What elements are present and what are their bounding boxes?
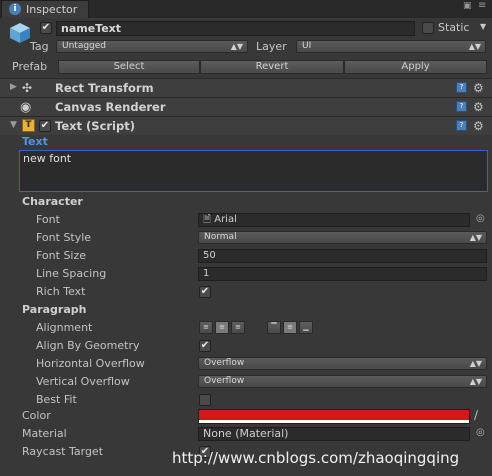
align-right-icon[interactable]: ≡ (231, 321, 245, 334)
lock-icon[interactable]: ▣ (463, 1, 472, 11)
color-swatch[interactable] (198, 409, 470, 424)
dropdown-arrow-icon: ▲▼ (469, 359, 482, 368)
vertical-alignment-group: ▔ ≡ ▁ (267, 321, 327, 334)
dropdown-arrow-icon: ▲▼ (469, 233, 482, 242)
vertical-overflow-label: Vertical Overflow (36, 375, 130, 388)
rect-transform-icon: ✣ (22, 81, 33, 95)
font-label: Font (36, 213, 60, 226)
rich-text-checkbox[interactable]: ✔ (199, 286, 211, 298)
tag-value: Untagged (62, 41, 107, 51)
tag-dropdown[interactable]: Untagged ▲▼ (56, 40, 248, 53)
component-name: Text (Script) (55, 119, 135, 133)
object-picker-icon[interactable]: ◎ (476, 427, 485, 438)
help-book-icon[interactable]: ? (456, 82, 467, 93)
horizontal-alignment-group: ≡ ≡ ≡ (199, 321, 259, 334)
horizontal-overflow-value: Overflow (204, 358, 245, 368)
menu-icon[interactable]: ≡ (478, 0, 486, 11)
color-fill (199, 410, 469, 420)
align-top-icon[interactable]: ▔ (267, 321, 281, 334)
text-component-icon: T (22, 119, 35, 132)
canvas-renderer-header[interactable]: ◉ Canvas Renderer ? ⚙ (0, 97, 492, 116)
vertical-overflow-dropdown[interactable]: Overflow ▲▼ (198, 375, 487, 388)
line-spacing-value: 1 (203, 268, 210, 279)
tag-label: Tag (30, 40, 49, 53)
rich-text-label: Rich Text (36, 285, 86, 298)
tab-bar: i Inspector ▣ ≡ (0, 0, 492, 18)
help-book-icon[interactable]: ? (456, 101, 467, 112)
paragraph-header: Paragraph (22, 303, 87, 316)
material-value: None (Material) (203, 427, 289, 440)
static-checkbox[interactable] (422, 22, 434, 34)
align-center-icon[interactable]: ≡ (215, 321, 229, 334)
text-section-label: Text (22, 135, 48, 148)
layer-dropdown[interactable]: UI ▲▼ (296, 40, 486, 53)
prefab-revert-button[interactable]: Revert (200, 60, 344, 74)
material-field[interactable]: None (Material) (198, 427, 470, 441)
align-middle-icon[interactable]: ≡ (283, 321, 297, 334)
layer-label: Layer (256, 40, 287, 53)
gear-icon[interactable]: ⚙ (473, 101, 484, 113)
text-enabled-checkbox[interactable]: ✔ (39, 120, 51, 132)
component-name: Rect Transform (55, 81, 154, 95)
font-style-label: Font Style (36, 231, 92, 244)
material-label: Material (22, 427, 67, 440)
color-label: Color (22, 409, 51, 422)
character-header: Character (22, 195, 83, 208)
best-fit-checkbox[interactable] (199, 394, 211, 406)
expand-arrow-icon[interactable]: ▶ (10, 82, 17, 92)
tab-inspector[interactable]: i Inspector (1, 0, 89, 18)
tab-title: Inspector (26, 3, 78, 16)
vertical-overflow-value: Overflow (204, 376, 245, 386)
static-dropdown-icon[interactable]: ▼ (480, 22, 486, 31)
gear-icon[interactable]: ⚙ (473, 82, 484, 94)
cube-icon (8, 21, 32, 45)
text-area-value: new font (23, 152, 72, 165)
prefab-label: Prefab (12, 60, 48, 73)
line-spacing-label: Line Spacing (36, 267, 107, 280)
gear-icon[interactable]: ⚙ (473, 120, 484, 132)
info-icon: i (9, 3, 21, 15)
font-field[interactable]: 🗎 Arial (198, 213, 470, 227)
align-by-geometry-checkbox[interactable]: ✔ (199, 340, 211, 352)
dropdown-arrow-icon: ▲▼ (468, 42, 481, 51)
collapse-arrow-icon[interactable]: ▼ (10, 120, 17, 130)
font-size-value: 50 (203, 250, 216, 261)
font-style-dropdown[interactable]: Normal ▲▼ (198, 231, 487, 244)
text-area[interactable]: new font (19, 150, 488, 192)
align-by-geometry-label: Align By Geometry (36, 339, 140, 352)
font-asset-icon: 🗎 (203, 214, 212, 225)
object-picker-icon[interactable]: ◎ (476, 213, 485, 224)
alignment-label: Alignment (36, 321, 93, 334)
active-checkbox[interactable]: ✔ (40, 22, 52, 34)
font-size-field[interactable]: 50 (198, 249, 487, 263)
text-script-header[interactable]: ▼ T ✔ Text (Script) ? ⚙ (0, 116, 492, 135)
name-field[interactable]: nameText (56, 21, 415, 36)
prefab-apply-button[interactable]: Apply (344, 60, 487, 74)
component-name: Canvas Renderer (55, 100, 166, 114)
align-bottom-icon[interactable]: ▁ (299, 321, 313, 334)
font-style-value: Normal (204, 232, 237, 242)
horizontal-overflow-label: Horizontal Overflow (36, 357, 145, 370)
align-left-icon[interactable]: ≡ (199, 321, 213, 334)
dropdown-arrow-icon: ▲▼ (230, 42, 243, 51)
static-label: Static (438, 21, 470, 34)
best-fit-label: Best Fit (36, 393, 77, 406)
layer-value: UI (302, 41, 312, 51)
watermark-text: http://www.cnblogs.com/zhaoqingqing (172, 449, 460, 467)
horizontal-overflow-dropdown[interactable]: Overflow ▲▼ (198, 357, 487, 370)
eyedropper-icon[interactable]: ∕ (474, 408, 478, 422)
help-book-icon[interactable]: ? (456, 120, 467, 131)
eye-icon: ◉ (20, 100, 32, 115)
font-value: Arial (214, 214, 237, 225)
rect-transform-header[interactable]: ▶ ✣ Rect Transform ? ⚙ (0, 78, 492, 97)
object-name: nameText (61, 22, 122, 35)
dropdown-arrow-icon: ▲▼ (469, 377, 482, 386)
font-size-label: Font Size (36, 249, 87, 262)
raycast-target-label: Raycast Target (22, 445, 104, 458)
prefab-select-button[interactable]: Select (58, 60, 200, 74)
line-spacing-field[interactable]: 1 (198, 267, 487, 281)
